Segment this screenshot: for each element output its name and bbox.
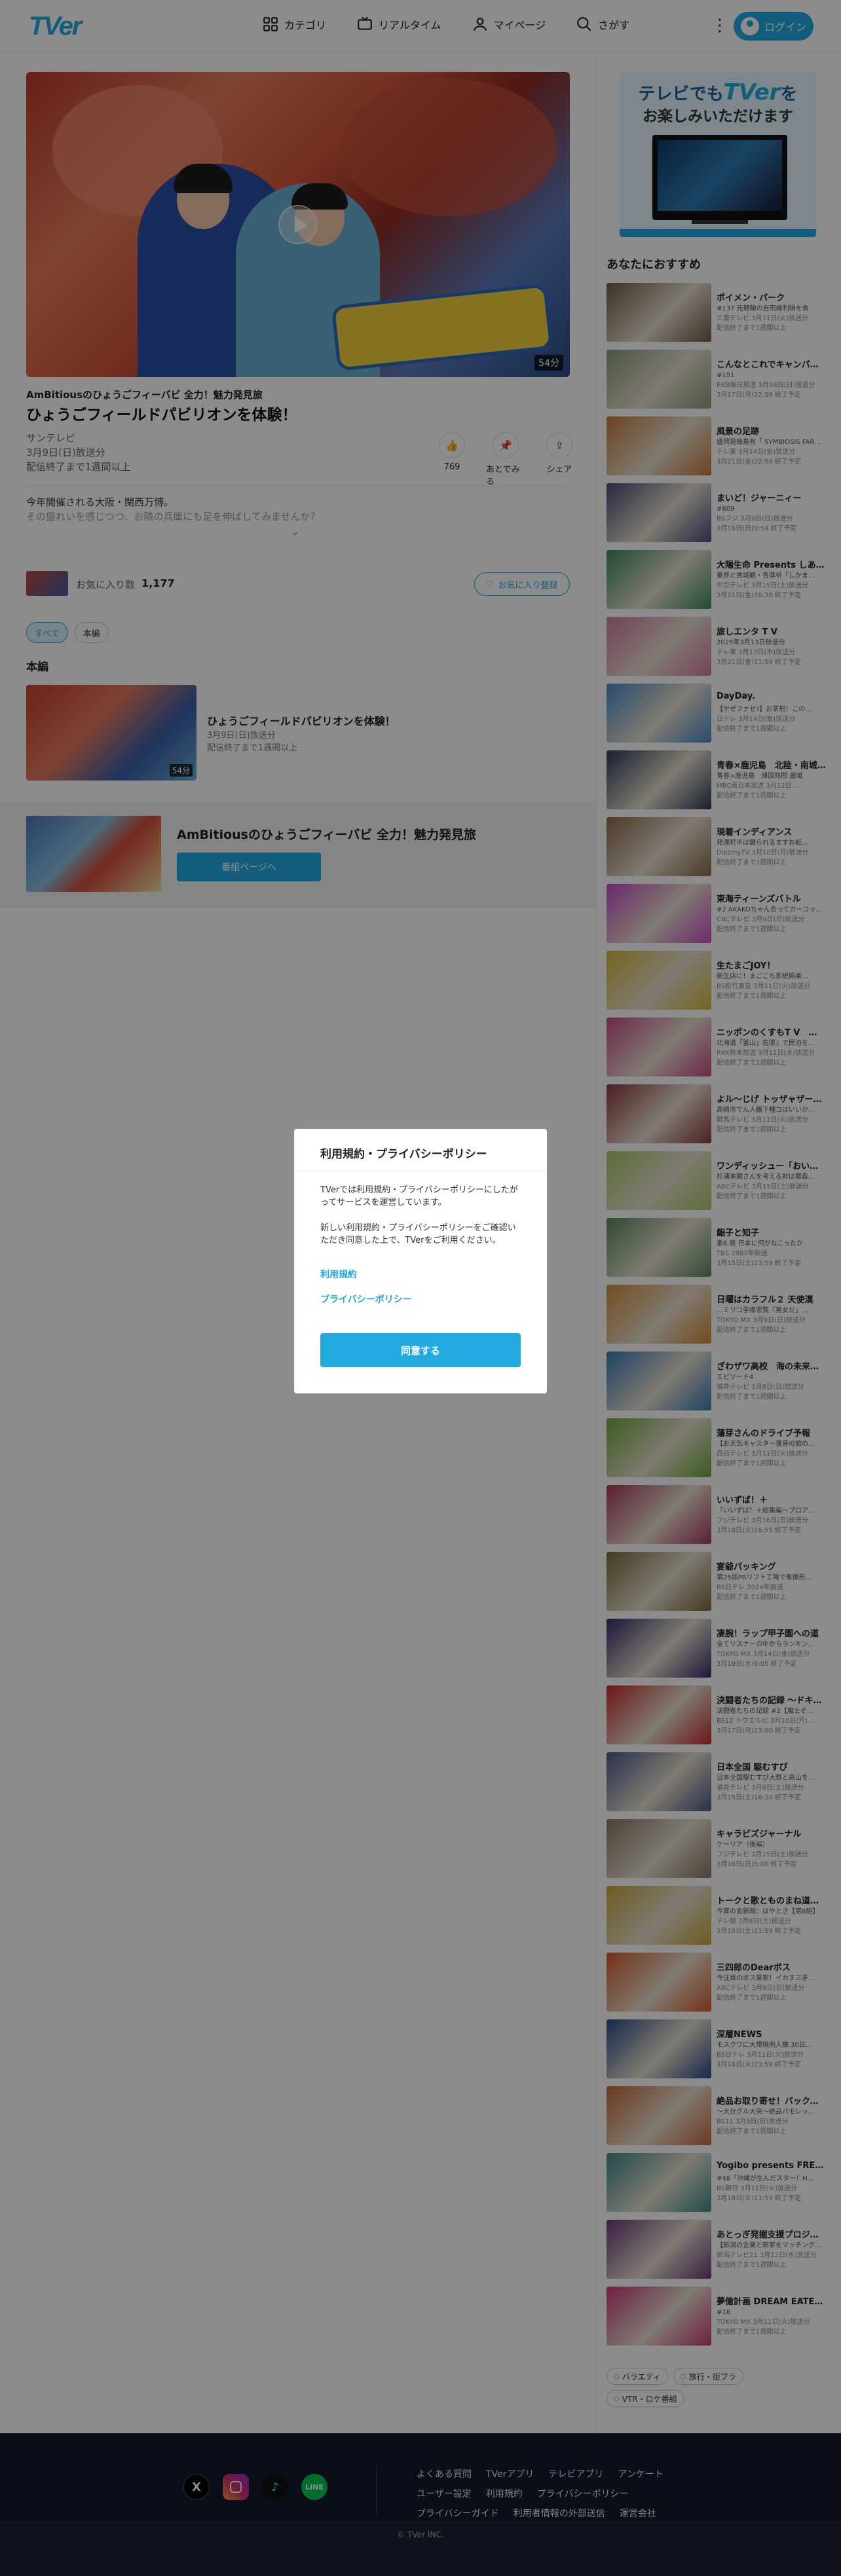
privacy-link[interactable]: プライバシーポリシー [320,1293,412,1306]
modal-paragraph: 新しい利用規約・プライバシーポリシーをご確認いただき同意した上で、TVerをご利… [320,1223,516,1245]
modal-title: 利用規約・プライバシーポリシー [320,1148,487,1161]
terms-modal: 利用規約・プライバシーポリシー TVerでは利用規約・プライバシーポリシーにした… [294,1129,547,1393]
terms-link[interactable]: 利用規約 [320,1268,357,1281]
modal-body: TVerでは利用規約・プライバシーポリシーにしたがってサービスを運営しています。… [320,1184,521,1260]
agree-button[interactable]: 同意する [320,1333,521,1367]
modal-paragraph: TVerでは利用規約・プライバシーポリシーにしたがってサービスを運営しています。 [320,1185,518,1207]
